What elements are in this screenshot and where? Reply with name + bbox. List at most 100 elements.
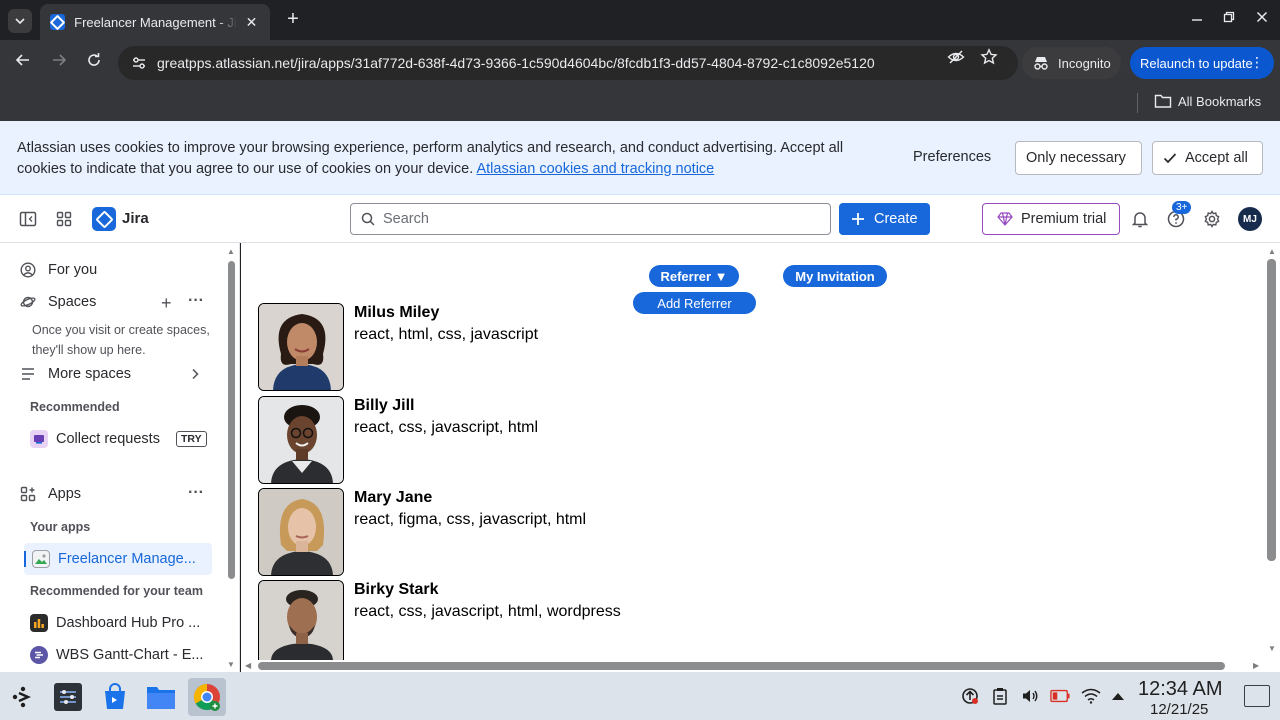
freelancer-skills: react, figma, css, javascript, html (354, 511, 587, 528)
reload-icon[interactable] (83, 52, 105, 74)
help-count-badge: 3+ (1172, 201, 1192, 214)
bookmark-star-icon[interactable] (978, 46, 1000, 68)
store-app-icon[interactable] (96, 678, 134, 716)
notifications-bell-icon[interactable] (1130, 209, 1150, 229)
sidebar-label-dashboard-hub: Dashboard Hub Pro ... (56, 615, 201, 631)
only-necessary-label: Only necessary (1026, 150, 1126, 166)
browser-toolbar: greatpps.atlassian.net/jira/apps/31af772… (0, 40, 1280, 85)
search-input[interactable] (383, 211, 813, 227)
search-icon (361, 212, 375, 226)
all-bookmarks-label: All Bookmarks (1178, 93, 1262, 109)
sidebar-label-wbs-gantt: WBS Gantt-Chart - E... (56, 647, 204, 663)
freelancer-name: Milus Miley (354, 304, 440, 321)
app-switcher-grid-icon[interactable] (54, 209, 74, 229)
sidebar-scroll-down-icon[interactable]: ▼ (227, 660, 235, 669)
update-available-icon[interactable] (960, 686, 980, 706)
relaunch-label: Relaunch to update (1140, 55, 1253, 71)
relaunch-to-update-button[interactable]: Relaunch to update ⋮ (1130, 47, 1274, 79)
apps-more-dots-icon[interactable]: ··· (188, 484, 204, 502)
apps-grid-icon (20, 486, 36, 502)
forward-arrow-icon[interactable] (48, 52, 70, 74)
spaces-more-dots-icon[interactable]: ··· (188, 292, 204, 310)
sidebar-item-for-you[interactable]: For you (20, 262, 97, 278)
premium-trial-button[interactable]: Premium trial (982, 203, 1120, 235)
back-arrow-icon[interactable] (12, 52, 34, 74)
add-referrer-button[interactable]: Add Referrer (633, 292, 756, 314)
jira-logo-icon[interactable] (92, 207, 116, 231)
referrer-dropdown-button[interactable]: Referrer ▼ (649, 265, 739, 287)
wbs-gantt-icon (30, 646, 48, 664)
jira-sidebar: For you Spaces + ··· Once you visit or c… (0, 243, 240, 672)
sidebar-label-apps: Apps (48, 486, 82, 502)
settings-gear-icon[interactable] (1202, 209, 1222, 229)
new-tab-plus-icon[interactable]: + (282, 9, 304, 31)
sidebar-item-wbs-gantt[interactable]: WBS Gantt-Chart - E... (30, 646, 203, 664)
all-bookmarks-button[interactable]: All Bookmarks (1154, 93, 1261, 109)
sidebar-item-more-spaces[interactable]: More spaces (20, 366, 131, 382)
cookie-preferences-button[interactable]: Preferences (913, 149, 991, 165)
incognito-indicator[interactable]: Incognito (1022, 47, 1121, 79)
freelancer-photo (258, 488, 344, 576)
freelancer-name: Birky Stark (354, 581, 439, 598)
sidebar-item-spaces[interactable]: Spaces (20, 294, 96, 310)
search-field[interactable] (350, 203, 831, 235)
sidebar-label-spaces: Spaces (48, 294, 97, 310)
system-settings-app-icon[interactable] (49, 678, 87, 716)
cookie-only-necessary-button[interactable]: Only necessary (1015, 141, 1142, 175)
clock-date[interactable]: 12/21/25 (1150, 701, 1208, 718)
clipboard-icon[interactable] (990, 686, 1010, 706)
main-scroll-up-icon[interactable]: ▲ (1268, 247, 1276, 256)
browser-menu-dots-icon[interactable]: ⋮ (1250, 54, 1264, 71)
sidebar-item-dashboard-hub[interactable]: Dashboard Hub Pro ... (30, 614, 200, 632)
chrome-app-icon[interactable] (188, 678, 226, 716)
sidebar-item-freelancer-management[interactable]: Freelancer Manage... (32, 550, 196, 568)
window-close-icon[interactable] (1252, 10, 1272, 26)
file-manager-app-icon[interactable] (142, 678, 180, 716)
bookmarks-separator (1137, 93, 1138, 113)
window-restore-icon[interactable] (1219, 10, 1239, 26)
freelancer-photo (258, 303, 344, 391)
volume-icon[interactable] (1020, 686, 1040, 706)
window-minimize-icon[interactable] (1187, 10, 1207, 26)
sidebar-selected-indicator (24, 551, 26, 567)
accept-all-label: Accept all (1185, 150, 1248, 166)
main-scroll-left-icon[interactable]: ◀ (245, 661, 251, 670)
main-horizontal-scrollbar-thumb[interactable] (258, 662, 1225, 670)
add-space-plus-icon[interactable]: + (161, 293, 172, 314)
sidebar-item-apps[interactable]: Apps (20, 486, 81, 502)
sidebar-scrollbar-thumb[interactable] (228, 261, 235, 579)
checkmark-icon (1163, 153, 1177, 164)
tray-expand-arrow-icon[interactable] (1108, 686, 1128, 706)
cookie-accept-all-button[interactable]: Accept all (1152, 141, 1263, 175)
cookie-message: Atlassian uses cookies to improve your b… (17, 138, 887, 179)
main-scroll-right-icon[interactable]: ▶ (1253, 661, 1259, 670)
os-taskbar: 12:34 AM 12/21/25 (0, 672, 1280, 720)
jira-app-name[interactable]: Jira (122, 210, 149, 227)
sidebar-toggle-icon[interactable] (18, 209, 38, 229)
user-avatar[interactable]: MJ (1238, 207, 1262, 231)
my-invitation-button[interactable]: My Invitation (783, 265, 887, 287)
sidebar-item-collect-requests[interactable]: Collect requests (30, 430, 160, 448)
show-desktop-button[interactable] (1244, 685, 1270, 707)
browser-tab-active[interactable]: Freelancer Management - Jira ✕ (40, 4, 270, 40)
eye-off-icon[interactable] (945, 46, 967, 68)
user-circle-icon (20, 262, 36, 278)
recommended-heading: Recommended (30, 400, 120, 414)
collect-requests-icon (30, 430, 48, 448)
battery-icon[interactable] (1050, 686, 1070, 706)
clock-time[interactable]: 12:34 AM (1138, 678, 1223, 701)
url-text: greatpps.atlassian.net/jira/apps/31af772… (157, 55, 875, 71)
folder-icon (1154, 94, 1172, 108)
recommended-team-heading: Recommended for your team (30, 584, 203, 598)
tab-close-icon[interactable]: ✕ (243, 14, 260, 31)
cookie-notice-link[interactable]: Atlassian cookies and tracking notice (476, 161, 714, 177)
launcher-icon[interactable] (4, 678, 42, 716)
create-button[interactable]: Create (839, 203, 930, 235)
wifi-icon[interactable] (1081, 686, 1101, 706)
sidebar-scroll-up-icon[interactable]: ▲ (227, 247, 235, 256)
address-bar[interactable]: greatpps.atlassian.net/jira/apps/31af772… (118, 46, 1018, 80)
main-vertical-scrollbar-thumb[interactable] (1267, 259, 1276, 561)
tab-search-chevron-icon[interactable] (8, 9, 32, 33)
main-scroll-down-icon[interactable]: ▼ (1268, 644, 1276, 653)
site-info-tune-icon[interactable] (128, 52, 150, 74)
